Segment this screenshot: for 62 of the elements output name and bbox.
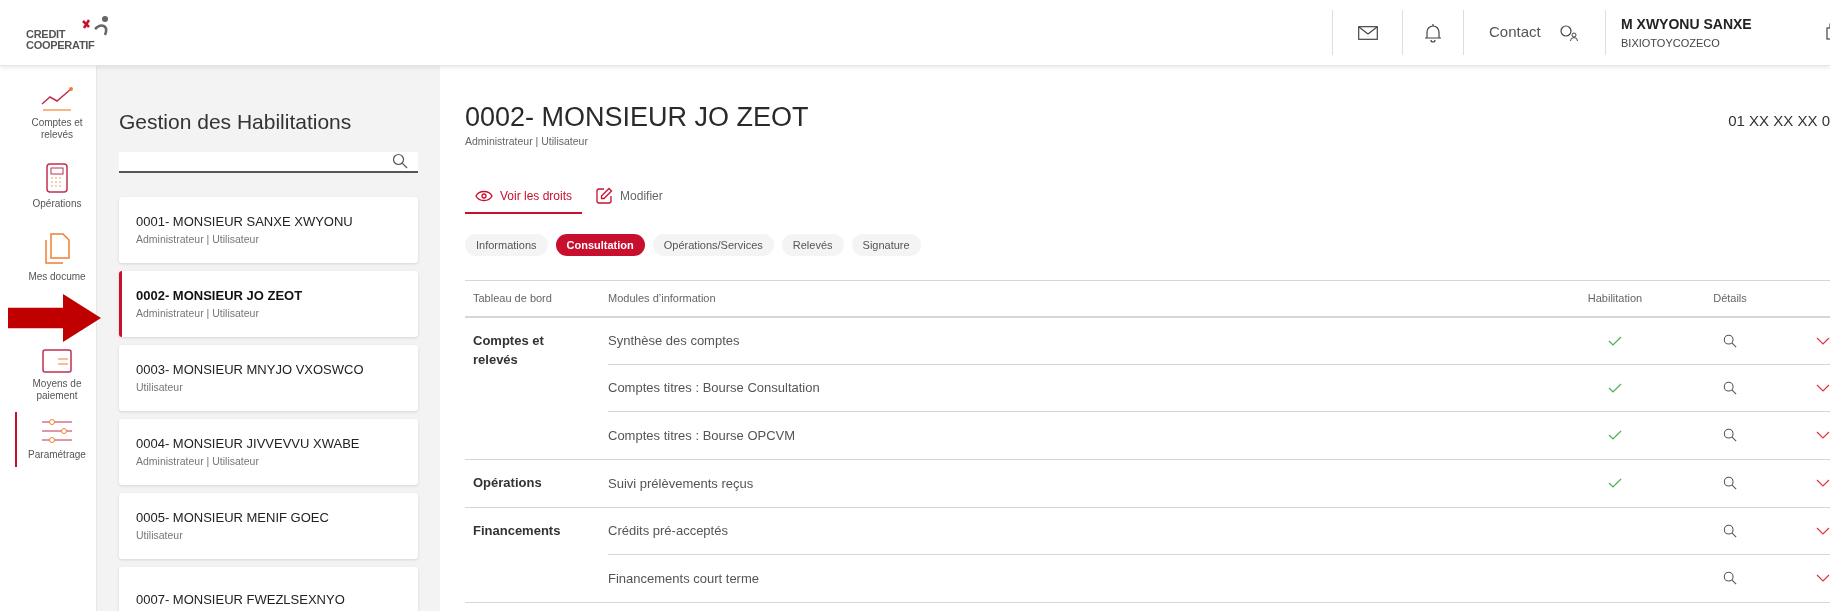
user-card[interactable]: 0003- MONSIEUR MNYJO VXOSWCO Utilisateur <box>119 345 418 411</box>
search-icon <box>1723 476 1737 491</box>
line-chart-icon <box>40 86 74 112</box>
chevron-down-icon[interactable] <box>1816 526 1830 535</box>
nav-item[interactable]: Comptes et relevés <box>15 80 97 147</box>
payment-card-icon <box>42 349 72 373</box>
user-card[interactable]: 0004- MONSIEUR JIVVEVVU XWABE Administrateur | Utilisateur <box>119 419 418 485</box>
module-name: Comptes titres : Bourse OPCVM <box>608 426 797 445</box>
group-label: Opérations <box>473 473 543 492</box>
user-card[interactable]: 0005- MONSIEUR MENIF GOEC Utilisateur <box>119 493 418 559</box>
phone-number: 01 XX XX XX 0 <box>1728 111 1830 131</box>
module-name: Synthèse des comptes <box>608 332 741 350</box>
user-card[interactable]: 0001- MONSIEUR SANXE XWYONU Administrateur | Utilisateur <box>119 197 418 263</box>
column-header: Habilitation <box>1586 291 1644 306</box>
group-label: Comptes et relevés <box>473 331 545 369</box>
module-name: Financements court terme <box>608 569 760 588</box>
documents-icon <box>43 232 71 266</box>
mail-icon[interactable] <box>1357 25 1378 40</box>
edit-icon <box>596 187 614 205</box>
calculator-icon <box>46 163 68 193</box>
category-pill[interactable]: Signature <box>851 233 921 256</box>
column-header: Tableau de bord <box>472 291 553 306</box>
search-field[interactable] <box>119 151 418 173</box>
logo-text[interactable]: CREDIT COOPERATIF <box>26 14 95 51</box>
module-name: Comptes titres : Bourse Consultation <box>608 379 821 397</box>
mode-tab[interactable]: Voir les droits <box>465 179 583 214</box>
chevron-down-icon[interactable] <box>1816 574 1830 583</box>
nav-item[interactable]: Moyens de paiement <box>15 343 97 408</box>
panel-title: Gestion des Habilitations <box>119 109 353 135</box>
category-pill[interactable]: Informations <box>465 233 548 256</box>
user-roles: Administrateur | Utilisateur <box>465 134 589 149</box>
user-title: 0002- MONSIEUR JO ZEOT <box>465 101 809 134</box>
group-label: Financements <box>473 521 562 540</box>
user-search-icon[interactable] <box>1558 23 1579 42</box>
search-icon <box>1723 523 1737 538</box>
column-header: Modules d’information <box>608 291 717 306</box>
search-icon <box>1723 571 1737 586</box>
module-name: Crédits pré-acceptés <box>608 522 729 540</box>
eye-icon <box>475 189 493 202</box>
category-pill[interactable]: Relevés <box>781 233 844 256</box>
chevron-down-icon[interactable] <box>1816 336 1830 345</box>
category-pill[interactable]: Consultation <box>555 233 645 256</box>
search-icon <box>1723 380 1737 395</box>
user-card[interactable]: 0007- MONSIEUR FWEZLSEXNYO <box>119 567 418 611</box>
search-icon <box>392 153 408 170</box>
company-name: BIXIOTOYCOZECO <box>1621 35 1721 51</box>
bell-icon[interactable] <box>1424 22 1442 43</box>
nav-item[interactable]: Mes docume <box>15 226 97 289</box>
search-icon <box>1723 428 1737 443</box>
search-icon <box>1723 333 1737 348</box>
chevron-down-icon[interactable] <box>1816 383 1830 392</box>
mode-tab[interactable]: Modifier <box>586 179 673 214</box>
chevron-down-icon[interactable] <box>1816 479 1830 488</box>
column-header: Détails <box>1712 291 1748 306</box>
nav-item[interactable]: Opérations <box>15 157 97 216</box>
sliders-icon <box>40 418 74 444</box>
module-name: Suivi prélèvements reçus <box>608 474 755 493</box>
contact-link[interactable]: Contact <box>1489 21 1541 44</box>
user-name: M XWYONU SANXE <box>1621 14 1752 34</box>
category-pill[interactable]: Opérations/Services <box>652 233 774 256</box>
user-card[interactable]: 0002- MONSIEUR JO ZEOT Administrateur | Utilisateur <box>119 271 418 337</box>
chevron-down-icon[interactable] <box>1816 431 1830 440</box>
